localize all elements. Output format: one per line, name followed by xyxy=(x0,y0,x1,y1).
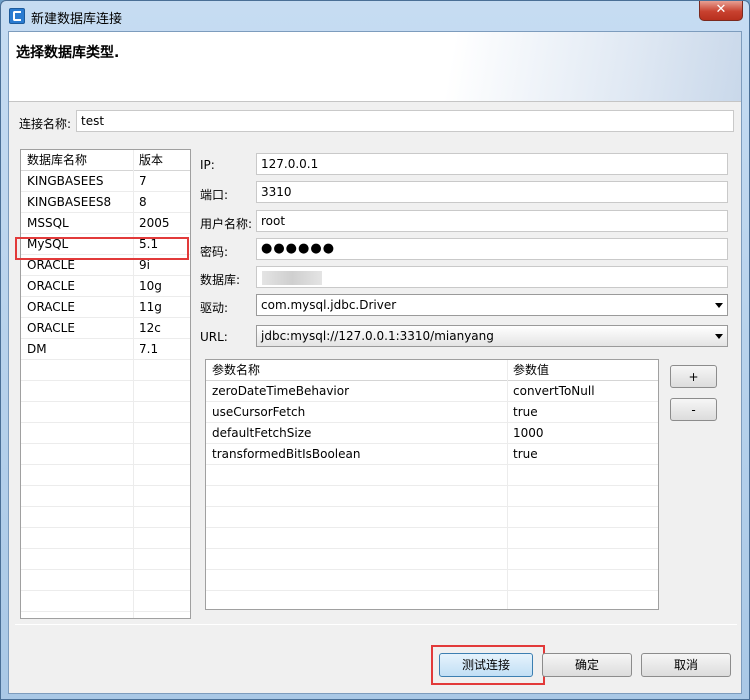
table-row[interactable]: defaultFetchSize 1000 xyxy=(206,423,658,444)
empty-row xyxy=(21,423,190,444)
driver-label: 驱动: xyxy=(200,301,229,315)
param-name-cell[interactable]: useCursorFetch xyxy=(206,402,507,423)
db-version-cell: 11g xyxy=(139,300,162,314)
db-name-cell: ORACLE xyxy=(27,279,75,293)
obscured-database-value xyxy=(262,271,322,285)
list-item[interactable]: MSSQL 2005 xyxy=(21,213,190,234)
db-name-cell: MSSQL xyxy=(27,216,69,230)
db-name-cell: KINGBASEES8 xyxy=(27,195,112,209)
param-name-cell[interactable]: defaultFetchSize xyxy=(206,423,507,444)
empty-row xyxy=(206,507,658,528)
param-name-cell[interactable]: zeroDateTimeBehavior xyxy=(206,381,507,402)
list-item[interactable]: KINGBASEES 7 xyxy=(21,171,190,192)
empty-row xyxy=(21,444,190,465)
selection-highlight-frame xyxy=(15,237,189,260)
db-version-cell: 7.1 xyxy=(139,342,159,356)
ip-label: IP: xyxy=(200,158,215,172)
empty-row xyxy=(206,549,658,570)
remove-parameter-button[interactable]: - xyxy=(670,398,717,421)
connection-name-label: 连接名称: xyxy=(19,117,72,131)
parameter-table-header: 参数名称 参数值 xyxy=(206,360,658,381)
password-input[interactable]: ●●●●●● xyxy=(256,238,728,260)
footer-separator xyxy=(15,624,737,625)
empty-row xyxy=(206,465,658,486)
db-name-cell: ORACLE xyxy=(27,300,75,314)
empty-row xyxy=(21,486,190,507)
table-row[interactable]: zeroDateTimeBehavior convertToNull xyxy=(206,381,658,402)
app-icon xyxy=(9,8,25,24)
table-row[interactable]: useCursorFetch true xyxy=(206,402,658,423)
param-value-cell[interactable]: 1000 xyxy=(507,423,657,444)
empty-row xyxy=(21,381,190,402)
list-item[interactable]: ORACLE 11g xyxy=(21,297,190,318)
connection-name-input[interactable]: test xyxy=(76,110,734,132)
ok-button[interactable]: 确定 xyxy=(542,653,632,677)
driver-select[interactable]: com.mysql.jdbc.Driver xyxy=(256,294,728,316)
password-label: 密码: xyxy=(200,245,229,259)
db-version-cell: 8 xyxy=(139,195,147,209)
window-title: 新建数据库连接 xyxy=(31,12,123,27)
list-item[interactable]: KINGBASEES8 8 xyxy=(21,192,190,213)
param-value-cell[interactable]: true xyxy=(507,444,657,465)
list-item[interactable]: ORACLE 10g xyxy=(21,276,190,297)
empty-row xyxy=(206,486,658,507)
column-header-db-name[interactable]: 数据库名称 xyxy=(21,150,133,171)
param-value-cell[interactable]: convertToNull xyxy=(507,381,657,402)
ip-input[interactable]: 127.0.0.1 xyxy=(256,153,728,175)
empty-row xyxy=(21,528,190,549)
column-header-version[interactable]: 版本 xyxy=(133,150,190,171)
username-input[interactable]: root xyxy=(256,210,728,232)
param-value-cell[interactable]: true xyxy=(507,402,657,423)
db-version-cell: 12c xyxy=(139,321,161,335)
db-name-cell: KINGBASEES xyxy=(27,174,104,188)
empty-row xyxy=(21,591,190,612)
empty-row xyxy=(21,402,190,423)
add-parameter-button[interactable]: + xyxy=(670,365,717,388)
url-label: URL: xyxy=(200,330,228,344)
db-name-cell: ORACLE xyxy=(27,321,75,335)
empty-row xyxy=(21,360,190,381)
empty-row xyxy=(21,570,190,591)
empty-row xyxy=(21,507,190,528)
db-version-cell: 7 xyxy=(139,174,147,188)
empty-row xyxy=(21,549,190,570)
database-type-list[interactable]: 数据库名称 版本 KINGBASEES 7 KINGBASEES8 8 MSSQL 200… xyxy=(20,149,191,619)
url-value: jdbc:mysql://127.0.0.1:3310/mianyang xyxy=(261,329,494,343)
empty-row xyxy=(21,465,190,486)
table-row[interactable]: transformedBitIsBoolean true xyxy=(206,444,658,465)
test-button-highlight-frame xyxy=(431,645,545,685)
port-input[interactable]: 3310 xyxy=(256,181,728,203)
empty-row xyxy=(206,570,658,591)
page-title: 选择数据库类型. xyxy=(16,45,120,61)
chevron-down-icon[interactable] xyxy=(715,303,723,308)
empty-row xyxy=(206,528,658,549)
chevron-down-icon[interactable] xyxy=(715,334,723,339)
title-bar[interactable]: 新建数据库连接 ✕ xyxy=(1,1,749,31)
param-name-cell[interactable]: transformedBitIsBoolean xyxy=(206,444,507,465)
username-label: 用户名称: xyxy=(200,217,253,231)
column-header-param-value[interactable]: 参数值 xyxy=(507,360,657,381)
dialog-body: 选择数据库类型. 连接名称: test 数据库名称 版本 KINGBASEES 7… xyxy=(8,31,742,694)
database-label: 数据库: xyxy=(200,273,241,287)
header-banner: 选择数据库类型. xyxy=(9,32,741,102)
db-name-cell: DM xyxy=(27,342,47,356)
port-label: 端口: xyxy=(200,188,229,202)
close-button[interactable]: ✕ xyxy=(699,1,743,21)
db-version-cell: 2005 xyxy=(139,216,170,230)
column-header-param-name[interactable]: 参数名称 xyxy=(206,360,507,381)
database-input[interactable] xyxy=(256,266,728,288)
driver-value: com.mysql.jdbc.Driver xyxy=(261,298,397,312)
url-select[interactable]: jdbc:mysql://127.0.0.1:3310/mianyang xyxy=(256,325,728,347)
db-version-cell: 10g xyxy=(139,279,162,293)
dialog-window: 新建数据库连接 ✕ 选择数据库类型. 连接名称: test 数据库名称 版本 K… xyxy=(0,0,750,700)
parameter-table[interactable]: 参数名称 参数值 zeroDateTimeBehavior convertToNu… xyxy=(205,359,659,610)
cancel-button[interactable]: 取消 xyxy=(641,653,731,677)
list-item[interactable]: ORACLE 12c xyxy=(21,318,190,339)
database-list-header: 数据库名称 版本 xyxy=(21,150,190,171)
list-item[interactable]: DM 7.1 xyxy=(21,339,190,360)
